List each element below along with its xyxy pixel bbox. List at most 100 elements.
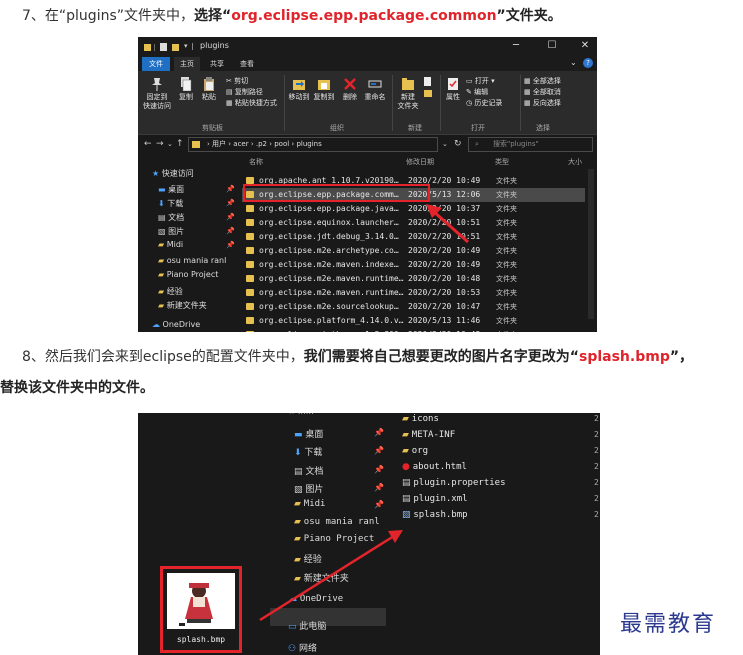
cut-button[interactable]: ✂ 剪切: [226, 77, 248, 86]
tab-view[interactable]: 查看: [234, 57, 260, 71]
breadcrumb-plugins[interactable]: plugins: [296, 140, 321, 148]
breadcrumb-acer[interactable]: acer: [233, 140, 248, 148]
list-item[interactable]: ▰ org: [402, 446, 428, 456]
table-row[interactable]: org.eclipse.m2e.maven.indexe… 2020/2/20 1…: [242, 258, 585, 272]
row-type: 文件夹: [496, 275, 517, 283]
sidebar-item-10[interactable]: ▭ 此电脑: [288, 619, 326, 632]
sidebar-item-7[interactable]: ▰ Piano Project: [158, 270, 218, 279]
paste-button[interactable]: 粘贴: [198, 77, 220, 102]
file-name: plugin.xml: [413, 494, 468, 504]
close-button[interactable]: ✕: [579, 40, 591, 51]
edit-button[interactable]: ✎ 编辑: [466, 88, 488, 97]
copy-path-button[interactable]: ▤ 复制路径: [226, 88, 263, 97]
table-row[interactable]: org.eclipse.m2e.maven.runtime… 2020/2/20 …: [242, 286, 585, 300]
column-type[interactable]: 类型: [495, 157, 509, 167]
sidebar-item-4[interactable]: ▧ 图片: [158, 226, 184, 237]
table-row[interactable]: org.eclipse.ui.themes_1.2.800… 2020/2/20 …: [242, 328, 585, 332]
rename-button[interactable]: 重命名: [362, 77, 388, 102]
sidebar-item-1[interactable]: ⬇ 下载: [294, 445, 322, 458]
tab-file[interactable]: 文件: [142, 57, 170, 71]
list-item[interactable]: ▰ META-INF: [402, 430, 455, 440]
breadcrumb-sep: ›: [248, 140, 256, 148]
new-folder-button[interactable]: 新建 文件夹: [396, 77, 420, 111]
sidebar-item-5[interactable]: ▰ Midi: [158, 240, 183, 249]
table-row[interactable]: org.eclipse.m2e.maven.runtime… 2020/2/20 …: [242, 272, 585, 286]
new-folder-quick-icon[interactable]: [172, 43, 179, 51]
pin-quick-access-button[interactable]: 固定到 快速访问: [142, 77, 172, 111]
refresh-icon[interactable]: ↻: [454, 139, 462, 149]
table-row[interactable]: org.eclipse.m2e.archetype.co… 2020/2/20 1…: [242, 244, 585, 258]
sidebar-item-3[interactable]: ▤ 文档: [158, 212, 184, 223]
sidebar-item-10[interactable]: ☁ OneDrive: [152, 320, 200, 329]
recent-dropdown-icon[interactable]: ⌄: [167, 140, 173, 148]
properties-quick-icon[interactable]: [160, 43, 167, 51]
list-item[interactable]: ▤ plugin.properties: [402, 478, 506, 488]
minimize-button[interactable]: ─: [510, 40, 522, 51]
sidebar-item-9[interactable]: ▰ 新建文件夹: [158, 300, 207, 311]
copy-button[interactable]: 复制: [176, 77, 196, 102]
back-icon[interactable]: ←: [144, 139, 152, 149]
address-bar[interactable]: › 用户 › acer › .p2 › pool › plugins: [188, 137, 438, 152]
sidebar-item-0[interactable]: ▬ 桌面: [294, 427, 323, 440]
sidebar-item-8[interactable]: ▰ 新建文件夹: [294, 571, 349, 584]
collapse-ribbon-icon[interactable]: ⌄: [570, 58, 577, 67]
paste-shortcut-button[interactable]: ▦ 粘贴快捷方式: [226, 99, 277, 108]
select-all-button[interactable]: ▦ 全部选择: [524, 77, 561, 86]
help-icon[interactable]: ?: [583, 58, 593, 68]
sidebar-item-1[interactable]: ▬ 桌面: [158, 184, 184, 195]
sidebar-item-4[interactable]: ▰ Midi: [294, 499, 325, 509]
list-item[interactable]: ● about.html: [402, 462, 467, 472]
new-folder-icon: [402, 78, 414, 90]
history-button[interactable]: ◷ 历史记录: [466, 99, 502, 108]
cloud-icon: ☁: [288, 594, 300, 604]
divider: [154, 44, 155, 51]
up-icon[interactable]: ↑: [176, 139, 184, 149]
address-dropdown-icon[interactable]: ⌄: [442, 140, 448, 148]
table-row[interactable]: org.eclipse.m2e.sourcelookup… 2020/2/20 1…: [242, 300, 585, 314]
quick-access-dropdown-icon[interactable]: ▾: [184, 42, 188, 50]
easy-access-button[interactable]: [422, 89, 434, 102]
tab-share[interactable]: 共享: [204, 57, 230, 71]
sidebar-item-2[interactable]: ▤ 文档: [294, 464, 323, 477]
breadcrumb-pool[interactable]: pool: [274, 140, 289, 148]
search-input[interactable]: ⌕ 搜索"plugins": [468, 137, 593, 152]
column-date[interactable]: 修改日期: [406, 157, 434, 167]
copy-to-button[interactable]: 复制到: [313, 77, 335, 102]
sidebar-item-11[interactable]: ⚇ 网络: [288, 641, 317, 654]
sidebar-item-9[interactable]: ☁ OneDrive: [288, 594, 343, 604]
delete-button[interactable]: 删除: [341, 77, 359, 102]
select-none-button[interactable]: ▦ 全部取消: [524, 88, 561, 97]
sidebar-item-5[interactable]: ▰ osu mania ranl: [294, 517, 380, 527]
list-item[interactable]: ▰ icons: [402, 414, 439, 424]
row-date: 2020/2/20 10:49: [408, 260, 481, 269]
list-item[interactable]: ▧ splash.bmp: [402, 510, 468, 520]
breadcrumb-users[interactable]: 用户: [212, 140, 226, 148]
sidebar-item-2[interactable]: ⬇ 下载: [158, 198, 183, 209]
sidebar-item-6[interactable]: ▰ Piano Project: [294, 534, 374, 544]
forward-icon[interactable]: →: [156, 139, 164, 149]
vertical-scrollbar[interactable]: [588, 169, 594, 319]
table-row[interactable]: org.eclipse.equinox.launcher… 2020/2/20 1…: [242, 216, 585, 230]
sidebar-item-7[interactable]: ▰ 经验: [294, 552, 322, 565]
move-to-button[interactable]: 移动到: [288, 77, 310, 102]
sidebar-item-6[interactable]: ▰ osu mania ranl: [158, 256, 226, 265]
maximize-button[interactable]: ☐: [546, 40, 558, 51]
sidebar-item-3[interactable]: ▧ 图片: [294, 482, 323, 495]
sidebar-item-0[interactable]: ★ 快速访问: [152, 168, 194, 179]
table-row[interactable]: org.eclipse.platform_4.14.0.v… 2020/5/13 …: [242, 314, 585, 328]
properties-button[interactable]: 属性: [444, 77, 462, 102]
table-row[interactable]: org.eclipse.epp.package.java… 2020/2/20 1…: [242, 202, 585, 216]
selected-folder-highlight: [243, 184, 430, 202]
sidebar-item-8[interactable]: ▰ 经验: [158, 286, 183, 297]
table-row[interactable]: org.eclipse.jdt.debug_3.14.0… 2020/2/20 1…: [242, 230, 585, 244]
row-date: 2020/2/20 10:53: [408, 288, 481, 297]
column-name[interactable]: 名称: [249, 157, 263, 167]
open-button[interactable]: ▭ 打开 ▾: [466, 77, 495, 86]
tab-home[interactable]: 主页: [174, 57, 200, 71]
breadcrumb-p2[interactable]: .p2: [256, 140, 267, 148]
row-name: org.eclipse.m2e.maven.indexe…: [259, 260, 399, 269]
invert-selection-button[interactable]: ▦ 反向选择: [524, 99, 561, 108]
splash-thumbnail[interactable]: [167, 573, 235, 629]
column-size[interactable]: 大小: [568, 157, 582, 167]
list-item[interactable]: ▤ plugin.xml: [402, 494, 468, 504]
